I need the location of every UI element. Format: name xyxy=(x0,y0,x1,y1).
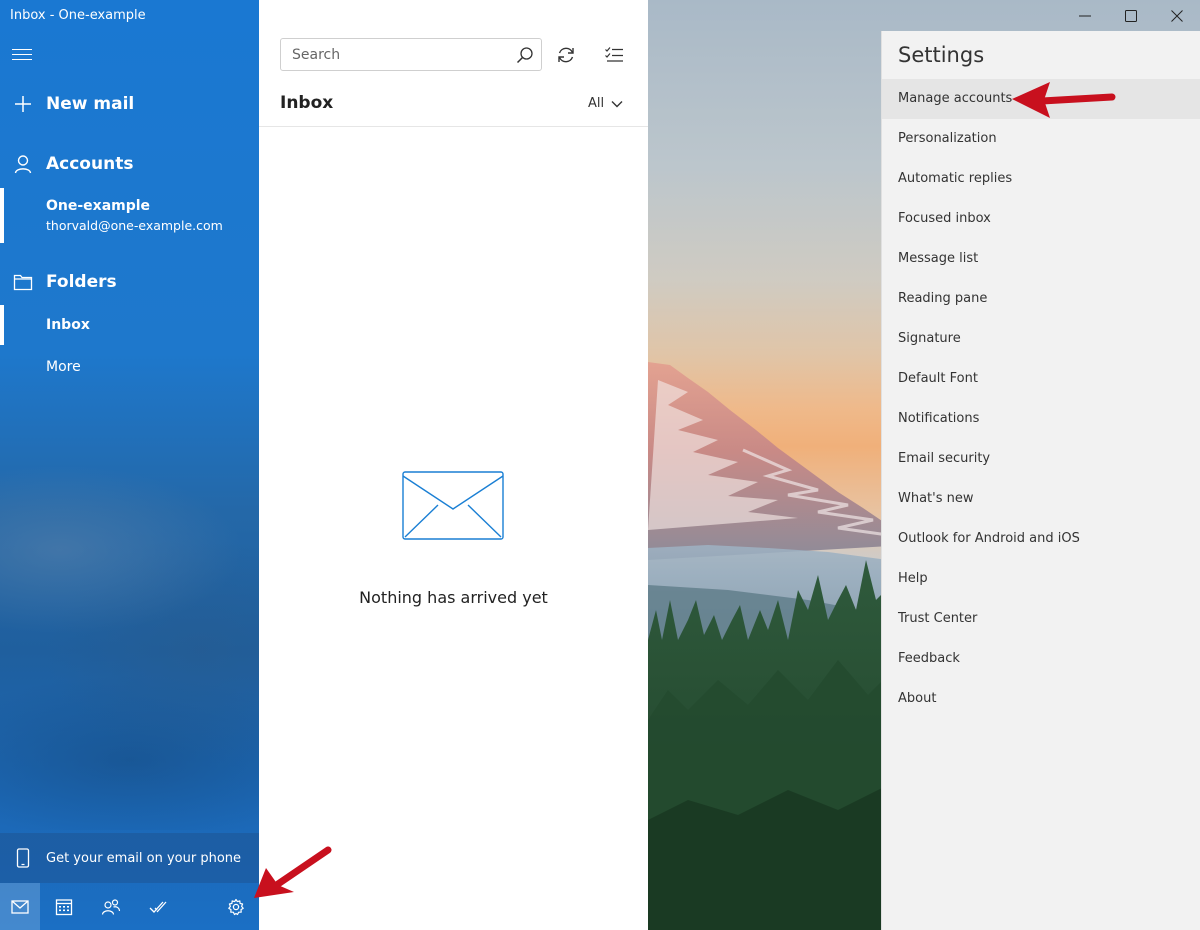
settings-item-signature[interactable]: Signature xyxy=(882,319,1200,359)
maximize-button[interactable] xyxy=(1108,0,1154,31)
new-mail-label: New mail xyxy=(46,94,135,114)
sync-button[interactable] xyxy=(551,41,581,69)
settings-item-email-security[interactable]: Email security xyxy=(882,439,1200,479)
settings-item-whats-new[interactable]: What's new xyxy=(882,479,1200,519)
settings-item-automatic-replies[interactable]: Automatic replies xyxy=(882,159,1200,199)
gear-icon xyxy=(227,898,244,915)
settings-item-focused-inbox[interactable]: Focused inbox xyxy=(882,199,1200,239)
folder-item-inbox[interactable]: Inbox xyxy=(46,317,90,333)
settings-item-message-list[interactable]: Message list xyxy=(882,239,1200,279)
plus-icon xyxy=(0,94,46,114)
account-item[interactable] xyxy=(0,188,259,243)
settings-item-about[interactable]: About xyxy=(882,679,1200,719)
calendar-icon xyxy=(55,898,72,915)
folder-title: Inbox xyxy=(280,93,334,113)
settings-flyout: Settings Manage accounts Personalization… xyxy=(881,31,1200,930)
people-switch-button[interactable] xyxy=(87,883,134,930)
search-input[interactable] xyxy=(292,46,509,63)
minimize-button[interactable] xyxy=(1062,0,1108,31)
settings-item-help[interactable]: Help xyxy=(882,559,1200,599)
accounts-header[interactable]: Accounts xyxy=(0,150,259,178)
navigation-pane: Inbox - One-example New mail Accounts On… xyxy=(0,0,259,930)
settings-item-feedback[interactable]: Feedback xyxy=(882,639,1200,679)
settings-item-outlook-mobile[interactable]: Outlook for Android and iOS xyxy=(882,519,1200,559)
folder-item-more[interactable]: More xyxy=(46,359,81,375)
get-email-on-phone-button[interactable]: Get your email on your phone xyxy=(0,833,259,883)
app-switcher-bar xyxy=(0,883,259,930)
person-icon xyxy=(0,154,46,174)
filter-label: All xyxy=(588,96,605,111)
search-box[interactable] xyxy=(280,38,542,71)
minimize-icon xyxy=(1079,15,1091,16)
close-button[interactable] xyxy=(1154,0,1200,31)
calendar-switch-button[interactable] xyxy=(40,883,87,930)
settings-button[interactable] xyxy=(212,883,259,930)
settings-item-default-font[interactable]: Default Font xyxy=(882,359,1200,399)
message-list-pane: Inbox All Nothing has arrived yet xyxy=(259,0,648,930)
folders-label: Folders xyxy=(46,272,117,292)
new-mail-button[interactable]: New mail xyxy=(0,90,259,118)
people-icon xyxy=(101,898,120,915)
todo-switch-button[interactable] xyxy=(134,883,181,930)
empty-state-message: Nothing has arrived yet xyxy=(359,588,548,607)
settings-title: Settings xyxy=(898,43,985,67)
folder-icon xyxy=(0,273,46,291)
checklist-icon xyxy=(605,47,623,62)
hamburger-menu-icon[interactable] xyxy=(12,45,32,63)
nav-background-haze xyxy=(0,430,259,830)
mail-icon xyxy=(11,899,29,914)
settings-menu: Manage accounts Personalization Automati… xyxy=(882,79,1200,719)
chevron-down-icon xyxy=(611,100,623,107)
accounts-label: Accounts xyxy=(46,154,134,174)
selected-folder-indicator xyxy=(0,305,4,345)
settings-item-reading-pane[interactable]: Reading pane xyxy=(882,279,1200,319)
envelope-icon xyxy=(402,471,504,545)
double-check-icon xyxy=(149,901,166,913)
mail-switch-button[interactable] xyxy=(0,883,40,930)
settings-item-personalization[interactable]: Personalization xyxy=(882,119,1200,159)
settings-item-notifications[interactable]: Notifications xyxy=(882,399,1200,439)
close-icon xyxy=(1171,9,1183,22)
settings-item-manage-accounts[interactable]: Manage accounts xyxy=(882,79,1200,119)
account-email: thorvald@one-example.com xyxy=(46,218,223,233)
account-name: One-example xyxy=(46,198,151,214)
maximize-icon xyxy=(1125,9,1137,22)
list-header-divider xyxy=(259,126,648,127)
phone-promo-label: Get your email on your phone xyxy=(46,850,242,866)
sync-icon xyxy=(558,47,574,63)
search-icon[interactable] xyxy=(509,46,541,64)
filter-dropdown[interactable]: All xyxy=(588,96,623,111)
selection-mode-button[interactable] xyxy=(599,41,629,69)
folders-header[interactable]: Folders xyxy=(0,268,259,296)
phone-icon xyxy=(0,848,46,868)
window-title: Inbox - One-example xyxy=(10,8,146,23)
settings-item-trust-center[interactable]: Trust Center xyxy=(882,599,1200,639)
